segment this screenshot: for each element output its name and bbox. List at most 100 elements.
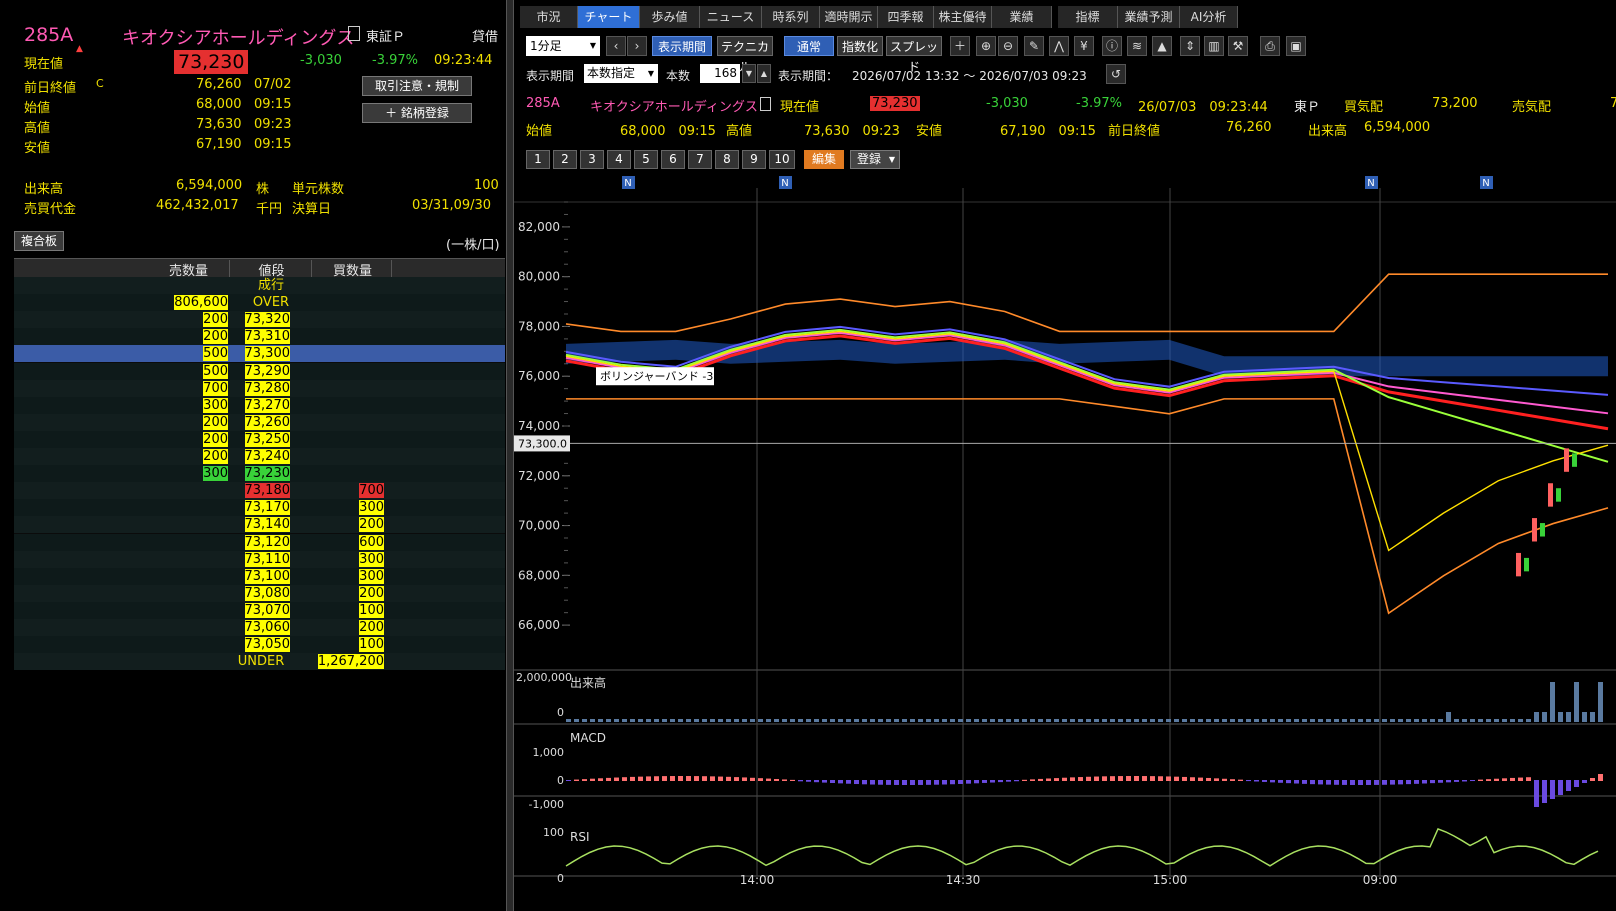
page-button-8[interactable]: 8 bbox=[715, 150, 739, 169]
order-row[interactable]: 200 73,250 bbox=[14, 430, 505, 448]
edit-button[interactable]: 編集 bbox=[804, 150, 844, 169]
prev-label: 前日終値 bbox=[24, 81, 77, 96]
order-row[interactable]: 200 73,240 bbox=[14, 448, 505, 465]
tab-10[interactable]: 業績予測 bbox=[1118, 6, 1180, 28]
volume-bar bbox=[918, 719, 923, 722]
count-down-icon[interactable]: ▼ bbox=[742, 64, 756, 83]
order-row[interactable]: 73,060 200 bbox=[14, 619, 505, 636]
order-row[interactable]: 200 73,260 bbox=[14, 413, 505, 431]
order-row[interactable]: 73,120 600 bbox=[14, 533, 505, 551]
my-chart-icon[interactable]: ≋ bbox=[1127, 36, 1147, 56]
document-icon[interactable] bbox=[760, 97, 771, 111]
order-row[interactable]: 73,180 700 bbox=[14, 482, 505, 500]
wrench-icon[interactable]: ⚒ bbox=[1228, 36, 1248, 56]
crosshair-icon[interactable]: ＋ bbox=[950, 36, 970, 56]
tab-6[interactable]: 四季報 bbox=[878, 6, 934, 28]
order-row[interactable]: 200 73,310 bbox=[14, 328, 505, 346]
tab-8[interactable]: 業績 bbox=[992, 6, 1052, 28]
ask-price-cell: 73,260 bbox=[232, 414, 292, 431]
panel-divider[interactable] bbox=[506, 0, 514, 911]
macd-bar bbox=[974, 780, 979, 784]
indicator-icon[interactable]: ▥ bbox=[1204, 36, 1224, 56]
macd-bar bbox=[926, 780, 931, 785]
price-chart[interactable]: 82,000 80,000 78,000 76,000 74,000 72,000 70,0… bbox=[514, 176, 1616, 911]
tab-11[interactable]: AI分析 bbox=[1180, 6, 1238, 28]
volume-bar bbox=[1046, 719, 1051, 722]
auto-scale-icon[interactable]: ⇕ bbox=[1180, 36, 1200, 56]
page-button-4[interactable]: 4 bbox=[607, 150, 631, 169]
page-button-6[interactable]: 6 bbox=[661, 150, 685, 169]
ask-qty: 200 bbox=[203, 329, 228, 345]
pencil-icon[interactable]: ✎ bbox=[1024, 36, 1044, 56]
macd-bar bbox=[1526, 777, 1531, 781]
volume-bar bbox=[958, 719, 963, 722]
save-layout-button[interactable]: 登録 ▼ bbox=[850, 150, 900, 169]
order-row[interactable]: 806,600 OVER bbox=[14, 294, 505, 312]
tab-2[interactable]: 歩み値 bbox=[640, 6, 700, 28]
page-button-3[interactable]: 3 bbox=[580, 150, 604, 169]
period-mode-select[interactable]: 本数指定 ▼ bbox=[584, 64, 658, 83]
order-row[interactable]: 300 73,230 bbox=[14, 465, 505, 483]
print-icon[interactable]: ⎙ bbox=[1260, 36, 1280, 56]
order-row[interactable]: 73,140 200 bbox=[14, 516, 505, 534]
document-icon[interactable] bbox=[348, 26, 360, 41]
info-icon[interactable]: ⓘ bbox=[1102, 36, 1122, 56]
order-row[interactable]: 73,080 200 bbox=[14, 584, 505, 602]
tab-0[interactable]: 市況 bbox=[520, 6, 578, 28]
page-button-5[interactable]: 5 bbox=[634, 150, 658, 169]
order-row[interactable]: 700 73,280 bbox=[14, 379, 505, 397]
order-row[interactable]: UNDER 1,267,200 bbox=[14, 653, 505, 671]
tab-3[interactable]: ニュース bbox=[700, 6, 762, 28]
macd-bar bbox=[1086, 776, 1091, 781]
order-row[interactable]: 500 73,300 bbox=[14, 345, 505, 363]
technical-button[interactable]: テクニカル bbox=[717, 36, 773, 74]
yen-icon[interactable]: ¥ bbox=[1074, 36, 1094, 56]
order-row[interactable]: 73,070 100 bbox=[14, 601, 505, 619]
normal-button[interactable]: 通常 bbox=[784, 36, 834, 56]
page-button-9[interactable]: 9 bbox=[742, 150, 766, 169]
bid-price: 73,110 bbox=[244, 551, 290, 567]
refresh-icon[interactable]: ↺ bbox=[1106, 64, 1126, 84]
prev-value: 76,260 bbox=[196, 77, 242, 92]
trend-icon[interactable]: ⋀ bbox=[1049, 36, 1069, 56]
order-row[interactable]: 300 73,270 bbox=[14, 396, 505, 414]
order-row[interactable]: 73,110 300 bbox=[14, 550, 505, 568]
tab-5[interactable]: 適時開示 bbox=[820, 6, 878, 28]
bid-qty-cell: 300 bbox=[314, 499, 386, 516]
zoom-in-icon[interactable]: ⊕ bbox=[976, 36, 996, 56]
macd-bar bbox=[614, 777, 619, 781]
count-up-icon[interactable]: ▲ bbox=[757, 64, 771, 83]
tab-7[interactable]: 株主優待 bbox=[934, 6, 992, 28]
order-row[interactable]: 500 73,290 bbox=[14, 362, 505, 380]
index-button[interactable]: 指数化 bbox=[837, 36, 883, 56]
volume-bar bbox=[1566, 712, 1571, 722]
page-button-2[interactable]: 2 bbox=[553, 150, 577, 169]
next-icon[interactable]: › bbox=[627, 36, 647, 56]
count-input[interactable]: 168 bbox=[700, 64, 740, 83]
page-button-1[interactable]: 1 bbox=[526, 150, 550, 169]
volume-bar bbox=[734, 719, 739, 722]
order-row[interactable]: 73,100 300 bbox=[14, 567, 505, 585]
macd-bar bbox=[582, 779, 587, 781]
interval-select[interactable]: 1分足 ▼ bbox=[526, 36, 600, 56]
prev-icon[interactable]: ‹ bbox=[606, 36, 626, 56]
trade-caution-button[interactable]: 取引注意・規制 bbox=[362, 76, 472, 96]
zoom-out-icon[interactable]: ⊖ bbox=[998, 36, 1018, 56]
order-row[interactable]: 73,050 100 bbox=[14, 636, 505, 654]
register-stock-button[interactable]: ＋ 銘柄登録 bbox=[362, 103, 472, 123]
candle bbox=[1516, 552, 1521, 577]
page-button-7[interactable]: 7 bbox=[688, 150, 712, 169]
order-row[interactable]: 成行 bbox=[14, 277, 505, 294]
page-button-10[interactable]: 10 bbox=[769, 150, 795, 169]
window-icon[interactable]: ▣ bbox=[1286, 36, 1306, 56]
order-row[interactable]: 200 73,320 bbox=[14, 311, 505, 329]
period-button[interactable]: 表示期間 bbox=[652, 36, 712, 56]
tab-4[interactable]: 時系列 bbox=[762, 6, 820, 28]
tab-1[interactable]: チャート bbox=[578, 6, 640, 28]
spread-button[interactable]: スプレッド bbox=[886, 36, 942, 74]
volume-bar bbox=[1462, 719, 1467, 722]
tab-9[interactable]: 指標 bbox=[1058, 6, 1118, 28]
order-row[interactable]: 73,170 300 bbox=[14, 499, 505, 517]
area-chart-icon[interactable]: ▲ bbox=[1152, 36, 1172, 56]
board-button[interactable]: 複合板 bbox=[14, 231, 64, 251]
